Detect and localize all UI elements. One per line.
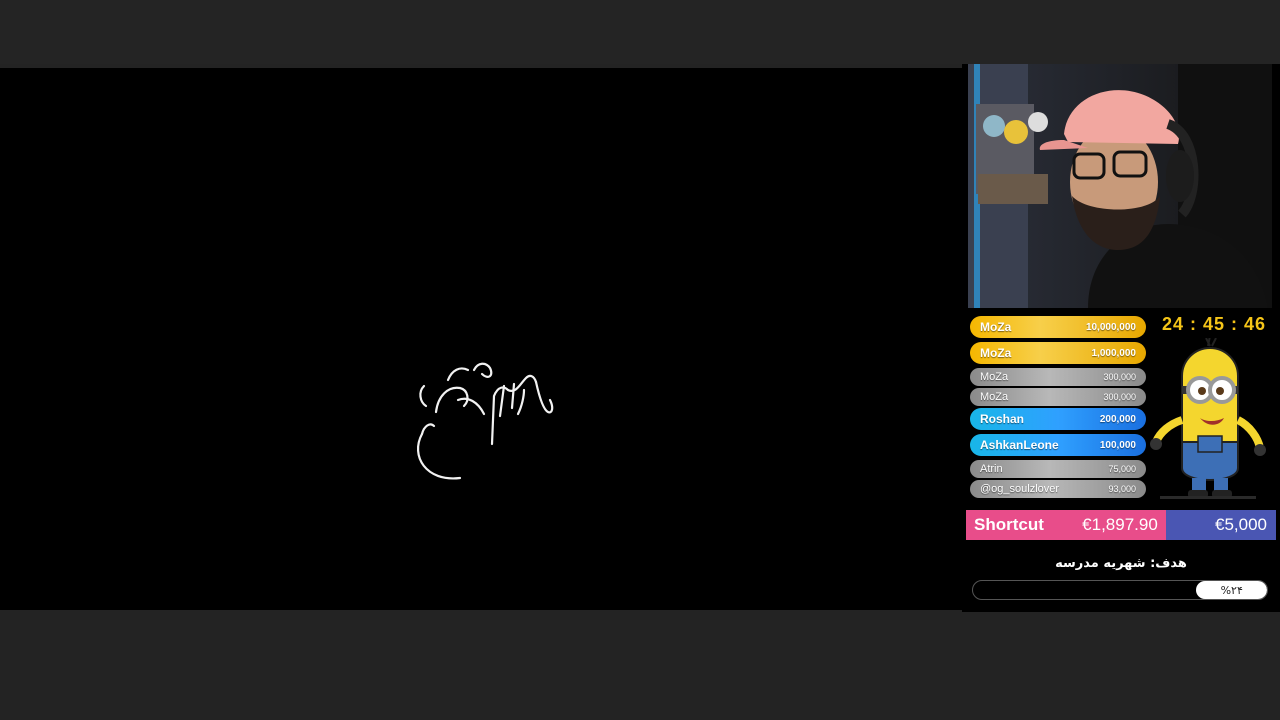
leaderboard-row: AshkanLeone 100,000 (970, 434, 1146, 456)
donor-name: Roshan (980, 412, 1025, 426)
donor-amount: 1,000,000 (1091, 347, 1137, 359)
donor-amount: 300,000 (1103, 392, 1136, 402)
goal-raised: €1,897.90 (1074, 510, 1166, 540)
top-bar (0, 0, 1280, 64)
leaderboard-row: MoZa 300,000 (970, 368, 1146, 386)
donor-name: MoZa (980, 346, 1012, 360)
leaderboard-row: MoZa 10,000,000 (970, 316, 1146, 338)
leaderboard-row: @og_soulzlover 93,000 (970, 480, 1146, 498)
leaderboard-row: Atrin 75,000 (970, 460, 1146, 478)
goal-label: Shortcut (966, 510, 1074, 540)
target-progress-bar: %۲۴ (972, 580, 1268, 600)
leaderboard-row: MoZa 1,000,000 (970, 342, 1146, 364)
donor-name: MoZa (980, 391, 1009, 403)
target-widget: هدف: شهریه مدرسه %۲۴ (966, 546, 1276, 606)
donor-name: Atrin (980, 463, 1003, 475)
calligraphy-image (416, 362, 554, 480)
target-title: هدف: شهریه مدرسه (1055, 556, 1187, 571)
donation-goal-bar: Shortcut €1,897.90 €5,000 (966, 510, 1276, 540)
donor-name: @og_soulzlover (980, 483, 1060, 495)
donor-amount: 75,000 (1108, 464, 1136, 474)
donor-amount: 100,000 (1099, 439, 1136, 451)
donor-amount: 10,000,000 (1085, 321, 1136, 333)
minion-mascot-image (1150, 338, 1266, 499)
leaderboard-row: MoZa 300,000 (970, 388, 1146, 406)
donor-amount: 93,000 (1108, 484, 1136, 494)
video-player[interactable] (0, 68, 962, 610)
goal-target: €5,000 (1166, 510, 1276, 540)
target-progress-fill: %۲۴ (1196, 581, 1267, 599)
streamer-image (968, 64, 1272, 308)
stream-timer: 24 : 45 : 46 (1161, 314, 1267, 334)
donor-name: MoZa (980, 371, 1009, 383)
donor-amount: 200,000 (1099, 413, 1136, 425)
donor-name: MoZa (980, 320, 1012, 334)
donor-amount: 300,000 (1103, 372, 1136, 382)
bottom-bar (0, 612, 1280, 720)
donor-name: AshkanLeone (980, 438, 1059, 452)
target-percent: %۲۴ (1220, 583, 1243, 597)
leaderboard-row: Roshan 200,000 (970, 408, 1146, 430)
webcam-feed (968, 64, 1272, 308)
